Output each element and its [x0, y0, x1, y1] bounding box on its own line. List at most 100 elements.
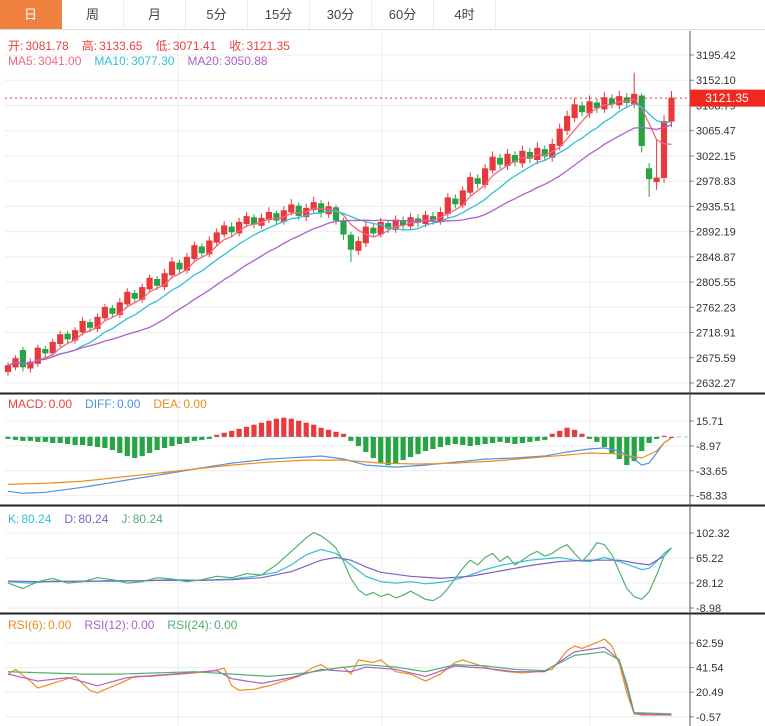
macd-histogram-bar [356, 437, 361, 446]
macd-histogram-bar [602, 437, 607, 447]
ma10-line [8, 104, 672, 366]
macd-histogram-bar [445, 437, 450, 445]
macd-histogram-bar [408, 437, 413, 457]
macd-histogram-bar [162, 437, 167, 448]
ma5-label: MA5: [8, 54, 36, 68]
macd-histogram-bar [199, 437, 204, 440]
candle-body [5, 366, 10, 372]
candle-body [557, 129, 562, 145]
candle-body [169, 262, 174, 275]
y-axis-label: -33.65 [696, 466, 727, 478]
ma10-label: MA10: [94, 54, 129, 68]
candle-body [80, 321, 85, 332]
y-axis-label: 2935.51 [696, 201, 736, 213]
ma20-value: 3050.88 [224, 54, 267, 68]
candle-body [214, 233, 219, 242]
macd-histogram-bar [281, 418, 286, 437]
tab-60min[interactable]: 60分 [372, 0, 434, 29]
candle-body [497, 158, 502, 164]
candle-body [475, 179, 480, 184]
macd-histogram-bar [565, 428, 570, 437]
candle-body [661, 122, 666, 178]
macd-histogram-bar [505, 437, 510, 443]
macd-header: MACD:0.00DIFF:0.00DEA:0.00 [8, 397, 220, 411]
macd-histogram-bar [237, 429, 242, 437]
y-axis-label: -8.97 [696, 441, 721, 453]
rsi24-value: 0.00 [214, 618, 237, 632]
macd-histogram-bar [319, 428, 324, 437]
tab-30min[interactable]: 30分 [310, 0, 372, 29]
macd-histogram-bar [401, 437, 406, 460]
macd-histogram-bar [311, 425, 316, 437]
diff-value: 0.00 [117, 397, 140, 411]
tab-week[interactable]: 周 [62, 0, 124, 29]
candle-body [125, 292, 130, 304]
candle-body [147, 278, 152, 289]
tab-4hour[interactable]: 4时 [434, 0, 496, 29]
candle-body [244, 217, 249, 224]
candle-body [155, 280, 160, 286]
macd-histogram-bar [95, 437, 100, 447]
tab-5min[interactable]: 5分 [186, 0, 248, 29]
candle-body [371, 228, 376, 233]
candle-body [505, 154, 510, 165]
ma20-label: MA20: [187, 54, 222, 68]
macd-histogram-bar [80, 437, 85, 445]
candle-body [535, 148, 540, 159]
macd-histogram-bar [609, 437, 614, 453]
macd-histogram-bar [259, 423, 264, 437]
candle-body [565, 116, 570, 130]
tab-day[interactable]: 日 [0, 0, 62, 29]
macd-histogram-bar [483, 437, 488, 444]
y-axis-label: 2762.23 [696, 302, 736, 314]
rsi6-value: 0.00 [48, 618, 71, 632]
ma5-line [8, 99, 672, 366]
macd-histogram-bar [117, 437, 122, 453]
macd-histogram-bar [468, 437, 473, 446]
macd-histogram-bar [647, 437, 652, 443]
rsi-header: RSI(6):0.00RSI(12):0.00RSI(24):0.00 [8, 618, 250, 632]
y-axis-label: 3152.10 [696, 75, 736, 87]
macd-histogram-bar [639, 437, 644, 451]
macd-histogram-bar [415, 437, 420, 454]
candle-body [199, 247, 204, 253]
y-axis-label: 102.32 [696, 528, 730, 540]
candle-body [669, 98, 674, 121]
candle-body [408, 218, 413, 226]
kline-chart-app: { "tabs": {"items": [ {"label": "日", "ac… [0, 0, 765, 726]
y-axis-label: 65.22 [696, 553, 724, 565]
macd-histogram-bar [423, 437, 428, 451]
rsi24-label: RSI(24): [167, 618, 212, 632]
candle-body [453, 199, 458, 204]
y-axis-label: 2718.91 [696, 328, 736, 340]
y-axis-label: 28.12 [696, 578, 724, 590]
macd-histogram-bar [542, 437, 547, 440]
macd-histogram-bar [155, 437, 160, 450]
candle-body [341, 221, 346, 234]
macd-histogram-bar [73, 437, 78, 445]
tab-month[interactable]: 月 [124, 0, 186, 29]
candle-body [647, 169, 652, 179]
y-axis-label: 20.49 [696, 687, 724, 699]
macd-histogram-bar [266, 421, 271, 437]
k-value: 80.24 [21, 512, 51, 526]
candle-body [102, 307, 107, 318]
dea-line [8, 438, 672, 484]
macd-histogram-bar [169, 437, 174, 446]
macd-histogram-bar [50, 437, 55, 443]
macd-histogram-bar [192, 437, 197, 441]
macd-histogram-bar [296, 421, 301, 437]
macd-value: 0.00 [49, 397, 72, 411]
tab-15min[interactable]: 15分 [248, 0, 310, 29]
dea-value: 0.00 [183, 397, 206, 411]
y-axis-label: 3022.15 [696, 151, 736, 163]
macd-histogram-bar [661, 436, 666, 437]
y-axis-label: 2978.83 [696, 176, 736, 188]
macd-histogram-bar [333, 432, 338, 437]
macd-histogram-bar [35, 437, 40, 442]
macd-histogram-bar [654, 437, 659, 439]
candle-body [229, 227, 234, 232]
dea-label: DEA: [153, 397, 181, 411]
macd-histogram-bar [371, 437, 376, 458]
candle-body [602, 98, 607, 109]
